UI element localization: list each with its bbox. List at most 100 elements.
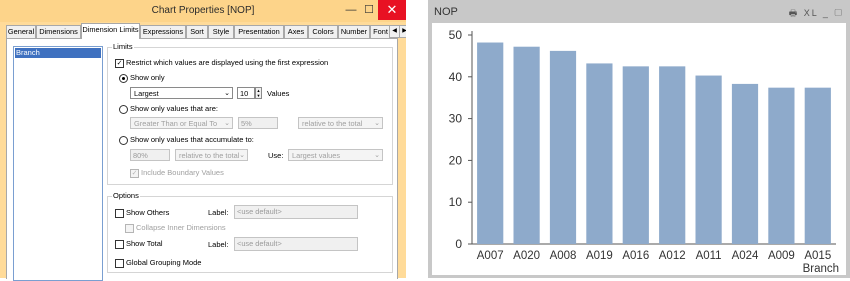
chart-plot-area[interactable]: 0 10 20 30 40 50 A007 A020 A008 A019 A016 A012 A011 A… <box>432 23 846 275</box>
chart-window-title: NOP <box>434 6 458 18</box>
tab-general[interactable]: General <box>6 25 36 38</box>
y-tick-label: 10 <box>449 195 463 209</box>
include-boundary-checkbox[interactable]: ✓ <box>130 169 139 178</box>
tab-number[interactable]: Number <box>338 25 370 38</box>
chevron-down-icon: ⌄ <box>239 152 245 159</box>
x-tick-label: A024 <box>732 250 759 262</box>
comparison-select[interactable]: Greater Than or Equal To ⌄ <box>130 117 233 129</box>
chart-window[interactable]: NOP 🖶 XL _ ▢ 0 10 20 30 40 50 A007 A020 A008 A019… <box>428 0 850 278</box>
chevron-down-icon: ⌄ <box>374 120 380 127</box>
show-total-checkbox[interactable] <box>115 240 124 249</box>
tab-dimensions[interactable]: Dimensions <box>36 25 81 38</box>
limits-group-title: Limits <box>112 42 134 52</box>
values-are-radio[interactable] <box>119 105 128 114</box>
x-tick-label: A020 <box>513 250 540 262</box>
others-label-caption: Label: <box>208 208 229 217</box>
x-tick-label: A011 <box>696 250 722 262</box>
relative-select[interactable]: relative to the total ⌄ <box>298 117 383 129</box>
collapse-label: Collapse Inner Dimensions <box>136 223 226 232</box>
bar-chart: 0 10 20 30 40 50 A007 A020 A008 A019 A016 A012 A011 A… <box>449 28 839 275</box>
global-grouping-label: Global Grouping Mode <box>126 258 202 267</box>
include-boundary-label: Include Boundary Values <box>141 168 224 177</box>
restrict-checkbox[interactable]: ✓ <box>115 59 124 68</box>
limits-group: Limits ✓ Restrict which values are displ… <box>107 42 393 185</box>
bar-a011 <box>695 75 722 244</box>
bar-a015 <box>804 87 831 244</box>
count-spinner[interactable]: ▲ ▼ <box>255 87 262 99</box>
options-group-title: Options <box>112 191 140 201</box>
collapse-checkbox[interactable] <box>125 224 134 233</box>
show-others-label: Show Others <box>126 208 170 217</box>
show-only-label: Show only <box>130 73 165 82</box>
tab-dimension-limits[interactable]: Dimension Limits <box>81 23 140 39</box>
tab-font[interactable]: Font <box>370 25 391 38</box>
tab-panel: Branch Limits ✓ Restrict which values ar… <box>6 38 398 281</box>
bar-a019 <box>586 63 613 245</box>
others-label-input[interactable]: <use default> <box>234 205 358 219</box>
dimension-item-branch[interactable]: Branch <box>15 48 101 58</box>
x-tick-label: A016 <box>622 250 649 262</box>
values-are-label: Show only values that are: <box>130 104 218 113</box>
show-only-radio[interactable] <box>119 74 128 83</box>
chevron-down-icon: ⌄ <box>224 90 230 97</box>
bar-a012 <box>659 66 686 244</box>
accumulate-percent-input[interactable]: 80% <box>130 149 170 161</box>
total-label-caption: Label: <box>208 240 229 249</box>
options-group: Options Show Others Label: <use default>… <box>107 191 393 273</box>
maximize-button[interactable]: ☐ <box>362 4 376 17</box>
x-tick-label: A007 <box>477 250 504 262</box>
comparison-value: Greater Than or Equal To <box>134 119 218 128</box>
tab-colors[interactable]: Colors <box>308 25 338 38</box>
use-select[interactable]: Largest values ⌄ <box>288 149 383 161</box>
y-tick-label: 50 <box>449 28 463 42</box>
percent-input[interactable]: 5% <box>238 117 278 129</box>
tab-expressions[interactable]: Expressions <box>140 25 186 38</box>
dimension-list[interactable]: Branch <box>13 46 103 281</box>
accumulate-label: Show only values that accumulate to: <box>130 135 254 144</box>
bar-a007 <box>477 42 504 244</box>
accumulate-radio[interactable] <box>119 136 128 145</box>
y-tick-label: 40 <box>449 70 463 84</box>
tab-axes[interactable]: Axes <box>284 25 308 38</box>
chevron-down-icon: ⌄ <box>374 152 380 159</box>
tab-bar: General Dimensions Dimension Limits Expr… <box>6 23 410 39</box>
y-tick-label: 0 <box>455 237 462 251</box>
show-total-label: Show Total <box>126 239 163 248</box>
chevron-down-icon: ⌄ <box>224 120 230 127</box>
show-only-count-input[interactable]: 10 <box>237 87 255 99</box>
bar-a024 <box>731 83 759 244</box>
x-tick-label: A015 <box>804 250 831 262</box>
y-tick-label: 30 <box>449 112 463 126</box>
tab-style[interactable]: Style <box>208 25 234 38</box>
x-tick-label: A012 <box>659 250 686 262</box>
show-only-mode-select[interactable]: Largest ⌄ <box>130 87 233 99</box>
bar-a016 <box>622 66 649 244</box>
use-label: Use: <box>268 151 284 160</box>
global-grouping-checkbox[interactable] <box>115 259 124 268</box>
x-axis-title: Branch <box>803 263 839 275</box>
dialog-titlebar: Chart Properties [NOP] — ☐ ✕ <box>0 0 406 22</box>
chart-window-icons[interactable]: 🖶 XL _ ▢ <box>789 6 844 22</box>
close-button[interactable]: ✕ <box>378 0 406 20</box>
y-tick-label: 20 <box>449 153 463 167</box>
x-tick-label: A009 <box>768 250 795 262</box>
show-only-mode-value: Largest <box>134 89 159 98</box>
bar-a020 <box>513 46 540 244</box>
tab-sort[interactable]: Sort <box>186 25 208 38</box>
x-tick-label: A008 <box>550 250 577 262</box>
use-value: Largest values <box>292 151 341 160</box>
x-tick-label: A019 <box>586 250 613 262</box>
total-label-input[interactable]: <use default> <box>234 237 358 251</box>
bar-a008 <box>549 50 577 244</box>
bar-a009 <box>768 87 795 244</box>
spin-down-icon: ▼ <box>256 93 261 98</box>
restrict-label: Restrict which values are displayed usin… <box>126 58 329 67</box>
accumulate-relative-select[interactable]: relative to the total ⌄ <box>175 149 248 161</box>
accumulate-relative-value: relative to the total <box>179 151 240 160</box>
minimize-button[interactable]: — <box>344 4 358 17</box>
values-label: Values <box>267 89 290 98</box>
chart-properties-dialog: Chart Properties [NOP] — ☐ ✕ General Dim… <box>0 0 410 281</box>
tab-presentation[interactable]: Presentation <box>234 25 284 38</box>
show-others-checkbox[interactable] <box>115 209 124 218</box>
separator <box>406 0 428 278</box>
